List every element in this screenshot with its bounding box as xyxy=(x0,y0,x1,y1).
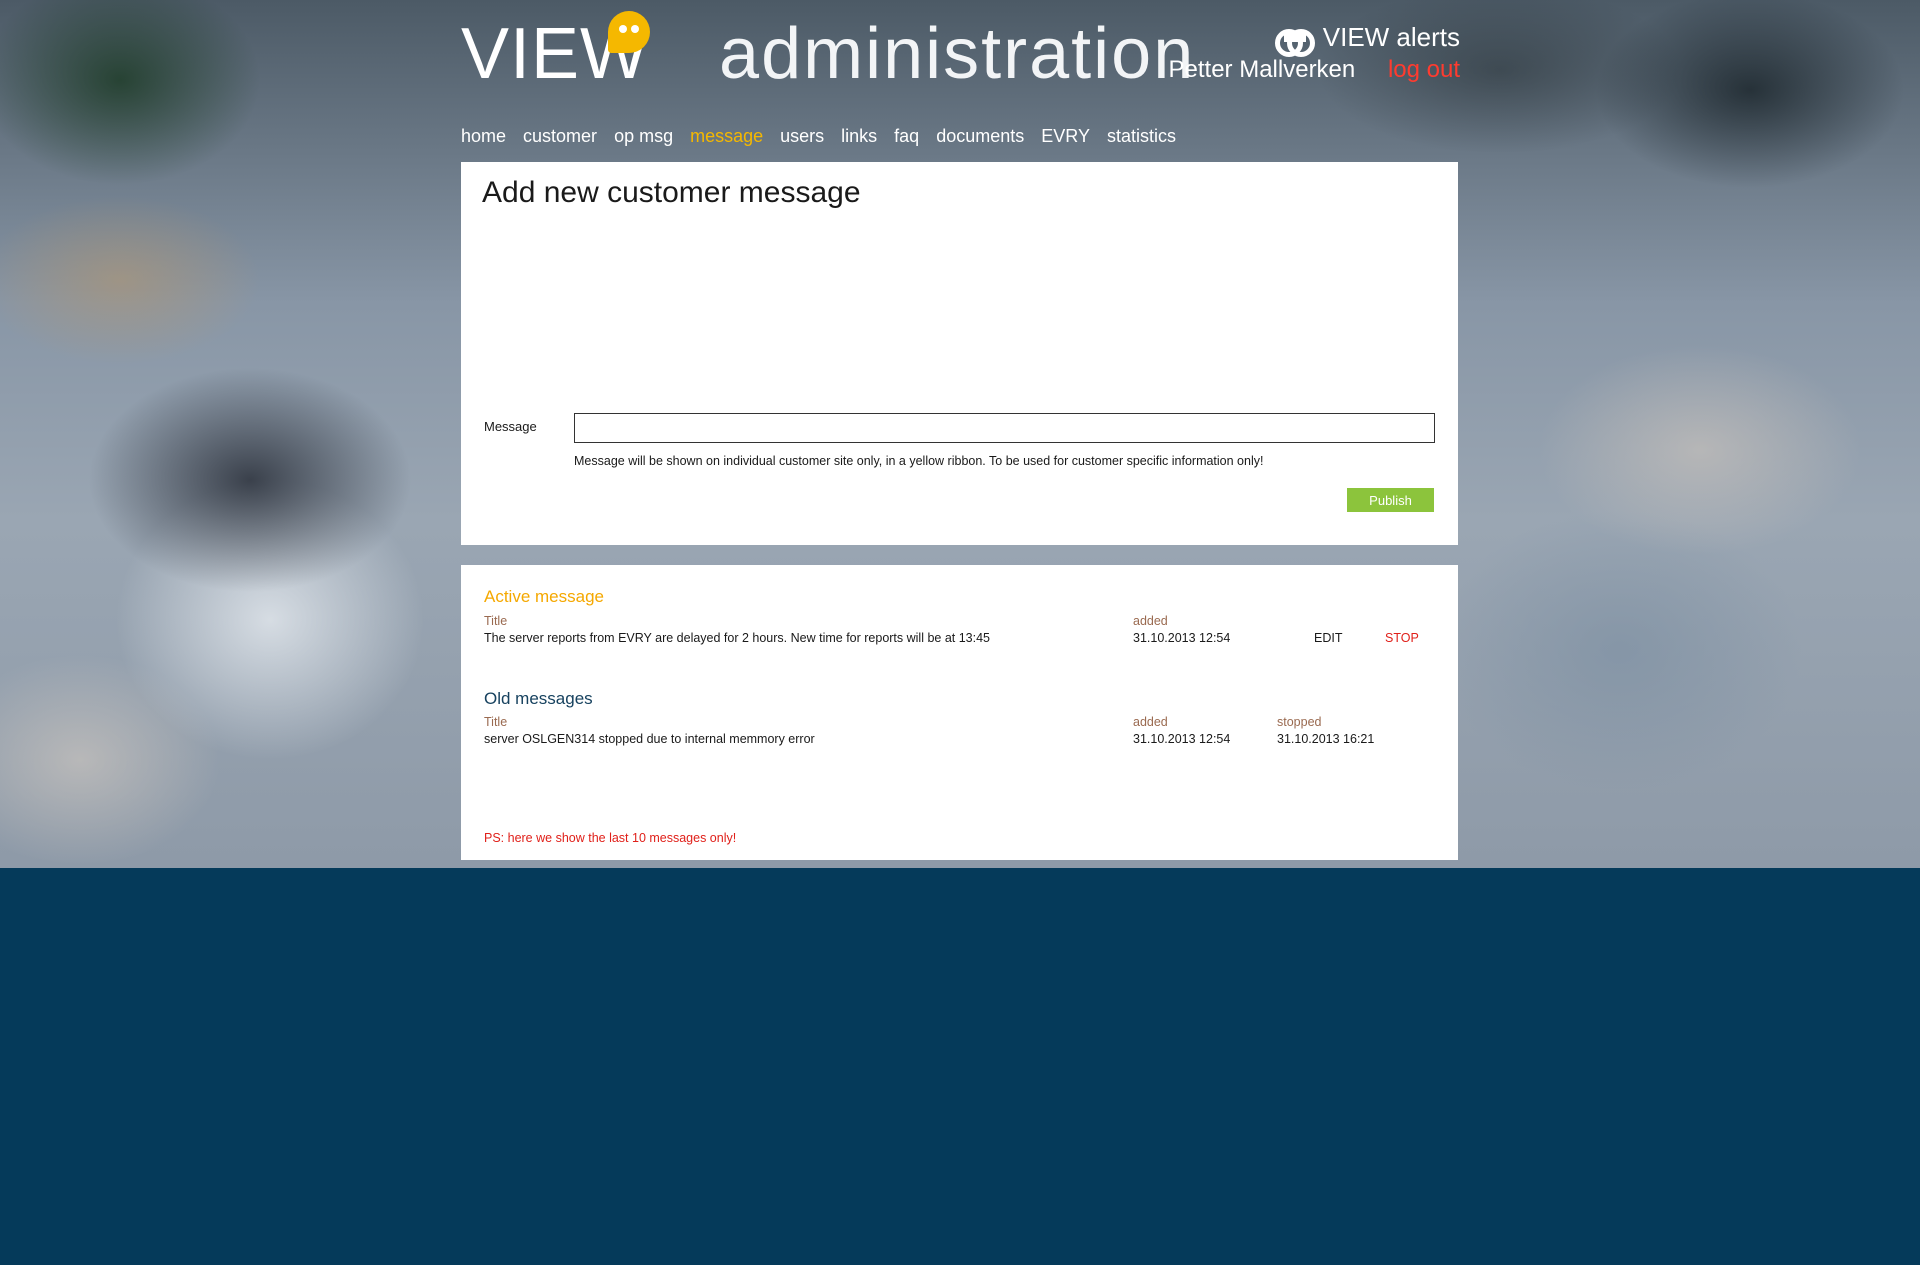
page-title: Add new customer message xyxy=(482,176,861,209)
view-alerts-label: VIEW alerts xyxy=(1322,22,1460,52)
old-col-stopped: stopped xyxy=(1277,715,1322,729)
main-nav: home customer op msg message users links… xyxy=(461,126,1176,147)
active-message-title: The server reports from EVRY are delayed… xyxy=(484,631,991,645)
logo: VIEW administration xyxy=(461,11,1196,94)
footer-note: PS: here we show the last 10 messages on… xyxy=(484,831,737,845)
nav-item-faq[interactable]: faq xyxy=(894,126,919,147)
link-chain-icon xyxy=(1274,28,1315,57)
nav-item-evry[interactable]: EVRY xyxy=(1041,126,1090,147)
publish-button[interactable]: Publish xyxy=(1347,488,1434,512)
message-label: Message xyxy=(484,419,537,434)
active-message-added: 31.10.2013 12:54 xyxy=(1133,631,1231,645)
header: VIEW administration VIEW alerts Petter M… xyxy=(461,0,1460,160)
logout-link[interactable]: log out xyxy=(1388,56,1460,83)
edit-button[interactable]: EDIT xyxy=(1314,631,1342,645)
old-col-title: Title xyxy=(484,715,508,729)
nav-item-links[interactable]: links xyxy=(841,126,877,147)
active-col-title: Title xyxy=(484,614,508,628)
speech-bubble-icon xyxy=(608,11,650,53)
user-line: Petter Mallverken log out xyxy=(1169,56,1460,84)
nav-item-message[interactable]: message xyxy=(690,126,763,147)
view-alerts-link[interactable]: VIEW alerts xyxy=(1274,22,1460,57)
old-col-added: added xyxy=(1133,715,1168,729)
nav-item-customer[interactable]: customer xyxy=(523,126,597,147)
old-message-added: 31.10.2013 12:54 xyxy=(1133,732,1231,746)
message-input[interactable] xyxy=(574,413,1435,443)
nav-item-documents[interactable]: documents xyxy=(936,126,1024,147)
logo-admin-text: administration xyxy=(719,14,1196,94)
nav-item-op-msg[interactable]: op msg xyxy=(614,126,673,147)
message-help-text: Message will be shown on individual cust… xyxy=(574,454,1264,468)
old-message-stopped: 31.10.2013 16:21 xyxy=(1277,732,1375,746)
active-message-heading: Active message xyxy=(484,587,604,606)
active-col-added: added xyxy=(1133,614,1168,628)
user-name: Petter Mallverken xyxy=(1168,56,1356,83)
stop-button[interactable]: STOP xyxy=(1385,631,1419,645)
nav-item-home[interactable]: home xyxy=(461,126,506,147)
nav-item-users[interactable]: users xyxy=(780,126,824,147)
old-message-title: server OSLGEN314 stopped due to internal… xyxy=(484,732,815,746)
add-message-panel: Add new customer message Message Message… xyxy=(461,162,1458,545)
nav-item-statistics[interactable]: statistics xyxy=(1107,126,1176,147)
old-messages-heading: Old messages xyxy=(484,689,593,708)
messages-panel: Active message Title added The server re… xyxy=(461,565,1458,860)
